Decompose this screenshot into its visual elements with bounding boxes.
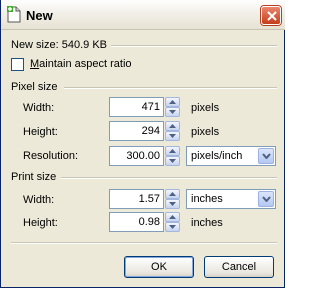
title-bar[interactable]: New xyxy=(1,0,285,30)
chevron-down-icon xyxy=(262,153,271,159)
resolution-unit-select[interactable]: pixels/inch xyxy=(186,146,276,166)
spin-down-button[interactable] xyxy=(165,131,180,141)
arrow-down-icon xyxy=(169,225,176,229)
print-size-divider xyxy=(61,177,277,179)
spin-down-button[interactable] xyxy=(165,222,180,232)
arrow-up-icon xyxy=(169,149,176,153)
chevron-down-icon xyxy=(262,196,271,202)
spin-down-button[interactable] xyxy=(165,199,180,209)
spin-down-button[interactable] xyxy=(165,156,180,166)
arrow-up-icon xyxy=(169,215,176,219)
pixel-height-label: Height: xyxy=(23,126,58,138)
pixel-width-unit: pixels xyxy=(191,102,220,114)
close-icon xyxy=(267,11,277,21)
spin-up-button[interactable] xyxy=(165,189,180,199)
pixel-size-group-label: Pixel size xyxy=(11,81,58,93)
pixel-width-spinner[interactable] xyxy=(165,97,180,117)
pixel-height-input[interactable]: 294 xyxy=(109,121,164,141)
resolution-unit-value: pixels/inch xyxy=(191,150,243,162)
dropdown-button[interactable] xyxy=(258,191,274,207)
print-width-input[interactable]: 1.57 xyxy=(109,189,164,209)
close-button[interactable] xyxy=(261,6,281,25)
print-unit-select[interactable]: inches xyxy=(186,189,276,209)
pixel-height-unit: pixels xyxy=(191,126,220,138)
print-height-label: Height: xyxy=(23,217,58,229)
print-height-spinner[interactable] xyxy=(165,212,180,232)
arrow-down-icon xyxy=(169,159,176,163)
pixel-size-divider xyxy=(64,87,277,89)
new-size-label: New size: 540.9 KB xyxy=(11,39,107,51)
maintain-aspect-checkbox[interactable] xyxy=(11,58,24,71)
dropdown-button[interactable] xyxy=(258,148,274,164)
print-unit-value: inches xyxy=(191,193,223,205)
spin-down-button[interactable] xyxy=(165,107,180,117)
spin-up-button[interactable] xyxy=(165,121,180,131)
arrow-down-icon xyxy=(169,202,176,206)
arrow-down-icon xyxy=(169,110,176,114)
print-size-group-label: Print size xyxy=(11,171,57,183)
cancel-button[interactable]: Cancel xyxy=(204,256,274,278)
print-height-unit: inches xyxy=(191,217,223,229)
ok-button[interactable]: OK xyxy=(124,256,194,278)
resolution-input[interactable]: 300.00 xyxy=(109,146,164,166)
pixel-width-label: Width: xyxy=(23,102,55,114)
resolution-spinner[interactable] xyxy=(165,146,180,166)
dialog-title: New xyxy=(26,8,53,23)
arrow-down-icon xyxy=(169,134,176,138)
new-document-icon xyxy=(7,6,21,23)
print-width-label: Width: xyxy=(23,194,55,206)
new-dialog: New New size: 540.9 KB Maintain aspect r… xyxy=(0,0,285,288)
arrow-up-icon xyxy=(169,100,176,104)
arrow-up-icon xyxy=(169,124,176,128)
pixel-width-input[interactable]: 471 xyxy=(109,97,164,117)
arrow-up-icon xyxy=(169,192,176,196)
divider xyxy=(111,45,277,47)
print-width-spinner[interactable] xyxy=(165,189,180,209)
spin-up-button[interactable] xyxy=(165,97,180,107)
maintain-aspect-label[interactable]: Maintain aspect ratio xyxy=(30,58,132,70)
print-height-input[interactable]: 0.98 xyxy=(109,212,164,232)
spin-up-button[interactable] xyxy=(165,146,180,156)
spin-up-button[interactable] xyxy=(165,212,180,222)
pixel-height-spinner[interactable] xyxy=(165,121,180,141)
button-divider xyxy=(11,242,277,244)
resolution-label: Resolution: xyxy=(23,150,79,162)
